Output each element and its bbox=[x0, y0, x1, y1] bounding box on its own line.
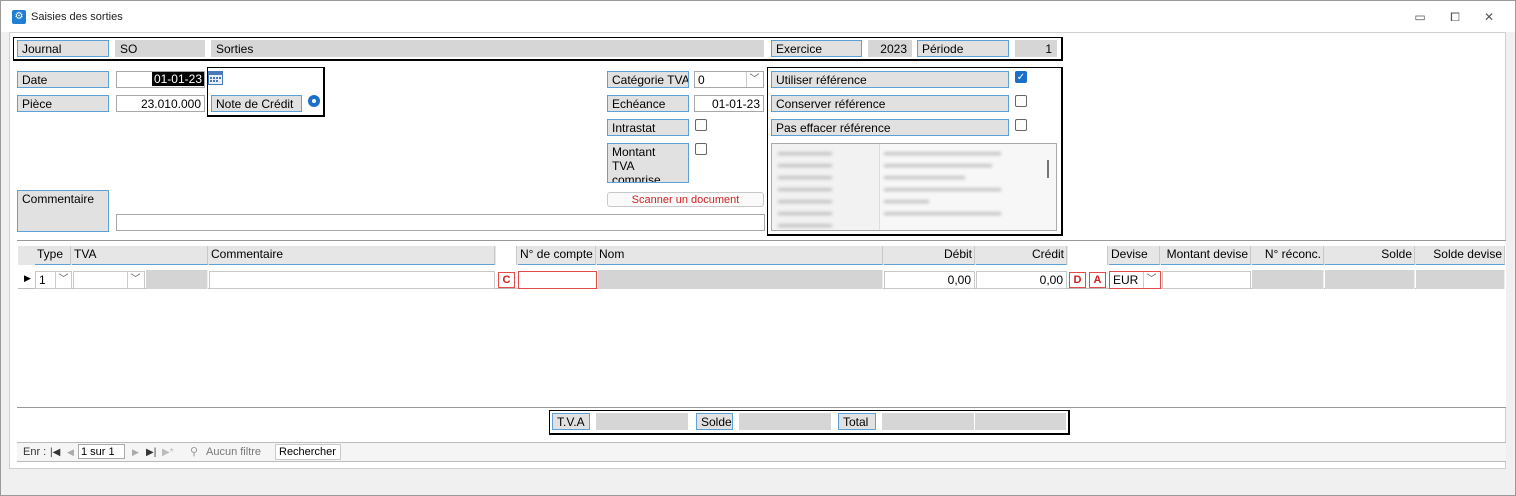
date-field[interactable]: 01-01-23 bbox=[116, 71, 205, 88]
conserver-reference-checkbox[interactable] bbox=[1015, 95, 1027, 107]
col-devise-header[interactable]: Devise bbox=[1109, 246, 1160, 265]
col-compte-header[interactable]: N° de compte bbox=[518, 246, 596, 265]
row-credit-cell[interactable]: 0,00 bbox=[976, 271, 1067, 289]
app-form-icon: ⚙ bbox=[12, 10, 26, 24]
filter-status-button[interactable]: Aucun filtre bbox=[206, 445, 261, 460]
chevron-down-icon[interactable]: ﹀ bbox=[55, 272, 71, 288]
new-record-icon[interactable]: ▶* bbox=[162, 445, 174, 460]
row-c-marker[interactable]: C bbox=[498, 272, 515, 288]
restore-icon[interactable]: ⧠ bbox=[1445, 8, 1465, 26]
total-label: Total bbox=[838, 413, 876, 430]
minimize-icon[interactable]: ▭ bbox=[1410, 8, 1430, 26]
note-credit-radio[interactable] bbox=[308, 95, 320, 107]
echeance-label: Echéance bbox=[607, 95, 689, 112]
row-montant-devise-cell[interactable] bbox=[1162, 271, 1251, 289]
row-reconc-cell bbox=[1252, 270, 1324, 289]
col-reconc-header[interactable]: N° réconc. bbox=[1252, 246, 1324, 265]
next-record-icon[interactable]: ▶ bbox=[132, 445, 139, 460]
tva-total-value bbox=[596, 413, 688, 430]
journal-label: Journal bbox=[17, 40, 109, 57]
montant-tva-line2: TVA comprise bbox=[612, 159, 661, 183]
col-type-header[interactable]: Type bbox=[35, 246, 71, 265]
title-bar bbox=[1, 1, 1515, 32]
exercice-value: 2023 bbox=[868, 40, 912, 57]
intrastat-label: Intrastat bbox=[607, 119, 689, 136]
search-field[interactable]: Rechercher bbox=[275, 444, 341, 460]
col-nom-header[interactable]: Nom bbox=[597, 246, 883, 265]
solde-total-value bbox=[739, 413, 831, 430]
journal-name: Sorties bbox=[211, 40, 764, 57]
enr-label: Enr : bbox=[23, 446, 47, 458]
filter-icon[interactable]: ⚲ bbox=[190, 445, 198, 460]
col-solde-header[interactable]: Solde bbox=[1325, 246, 1415, 265]
col-spacer-header bbox=[496, 246, 517, 265]
intrastat-checkbox[interactable] bbox=[695, 119, 707, 131]
piece-field[interactable]: 23.010.000 bbox=[116, 95, 205, 112]
row-compte-cell[interactable] bbox=[518, 271, 597, 289]
col-tva-header[interactable]: TVA bbox=[72, 246, 208, 265]
row-devise-value: EUR bbox=[1113, 273, 1139, 287]
col-commentaire-header[interactable]: Commentaire bbox=[209, 246, 495, 265]
row-solde-devise-cell bbox=[1416, 270, 1505, 289]
col-credit-header[interactable]: Crédit bbox=[976, 246, 1067, 265]
col-da-spacer-header bbox=[1068, 246, 1108, 265]
row-d-marker[interactable]: D bbox=[1069, 272, 1086, 288]
row-selector-icon[interactable]: ▶ bbox=[24, 272, 31, 284]
close-icon[interactable]: ✕ bbox=[1479, 8, 1499, 26]
montant-tva-checkbox[interactable] bbox=[695, 143, 707, 155]
date-label: Date bbox=[17, 71, 109, 88]
pas-effacer-reference-label: Pas effacer référence bbox=[771, 119, 1009, 136]
periode-label: Période bbox=[917, 40, 1009, 57]
col-debit-header[interactable]: Débit bbox=[884, 246, 975, 265]
col-solde-devise-header[interactable]: Solde devise bbox=[1416, 246, 1505, 265]
commentaire-label: Commentaire bbox=[17, 190, 109, 232]
periode-value: 1 bbox=[1015, 40, 1057, 57]
solde-total-label: Solde bbox=[696, 413, 733, 430]
conserver-reference-label: Conserver référence bbox=[771, 95, 1009, 112]
total-credit-value bbox=[975, 413, 1066, 430]
pas-effacer-reference-checkbox[interactable] bbox=[1015, 119, 1027, 131]
montant-tva-line1: Montant bbox=[612, 145, 656, 159]
row-tva-readonly bbox=[146, 270, 208, 289]
categorie-tva-label: Catégorie TVA bbox=[607, 71, 689, 88]
scanner-document-button[interactable]: Scanner un document bbox=[607, 192, 764, 207]
row-debit-cell[interactable]: 0,00 bbox=[884, 271, 975, 289]
row-a-marker[interactable]: A bbox=[1089, 272, 1106, 288]
reference-list-scrollbar[interactable] bbox=[1047, 160, 1049, 178]
utiliser-reference-label: Utiliser référence bbox=[771, 71, 1009, 88]
piece-label: Pièce bbox=[17, 95, 109, 112]
exercice-label: Exercice bbox=[771, 40, 862, 57]
reference-list-blurred-2: ▬▬▬▬▬▬▬▬▬▬▬▬▬ ▬▬▬▬▬▬▬▬▬▬▬▬ ▬▬▬▬▬▬▬▬▬ ▬▬▬▬▬▬… bbox=[884, 147, 1001, 217]
previous-record-icon[interactable]: ◀ bbox=[67, 445, 74, 460]
reference-list[interactable]: ▬▬▬▬▬▬ ▬▬▬▬▬▬ ▬▬▬▬▬▬ ▬▬▬▬▬▬ ▬▬▬▬▬▬ ▬▬▬▬▬▬ ▬▬▬▬… bbox=[771, 143, 1057, 231]
chevron-down-icon[interactable]: ﹀ bbox=[1143, 272, 1159, 288]
montant-tva-label: Montant TVA comprise bbox=[607, 143, 689, 183]
echeance-field[interactable]: 01-01-23 bbox=[694, 95, 764, 112]
chevron-down-icon[interactable]: ﹀ bbox=[746, 72, 762, 87]
date-value: 01-01-23 bbox=[151, 72, 204, 86]
total-debit-value bbox=[882, 413, 974, 430]
record-position-field[interactable]: 1 sur 1 bbox=[78, 444, 125, 459]
utiliser-reference-checkbox[interactable]: ✓ bbox=[1015, 71, 1027, 83]
reference-list-blurred: ▬▬▬▬▬▬ ▬▬▬▬▬▬ ▬▬▬▬▬▬ ▬▬▬▬▬▬ ▬▬▬▬▬▬ ▬▬▬▬▬▬ ▬▬▬▬… bbox=[778, 147, 832, 229]
note-credit-label: Note de Crédit bbox=[211, 95, 302, 112]
categorie-tva-value: 0 bbox=[698, 73, 705, 87]
row-commentaire-cell[interactable] bbox=[209, 271, 495, 289]
row-type-value: 1 bbox=[39, 273, 46, 287]
entries-grid bbox=[17, 240, 1506, 408]
last-record-icon[interactable]: ▶| bbox=[146, 445, 156, 460]
tva-total-label: T.V.A bbox=[552, 413, 590, 430]
window-title: Saisies des sorties bbox=[31, 11, 123, 23]
chevron-down-icon[interactable]: ﹀ bbox=[127, 272, 143, 288]
journal-code: SO bbox=[115, 40, 205, 57]
first-record-icon[interactable]: |◀ bbox=[50, 445, 60, 460]
row-solde-cell bbox=[1325, 270, 1415, 289]
status-strip bbox=[9, 469, 1506, 487]
commentaire-field[interactable] bbox=[116, 214, 765, 231]
col-montant-devise-header[interactable]: Montant devise bbox=[1161, 246, 1251, 265]
row-nom-cell bbox=[598, 270, 883, 289]
